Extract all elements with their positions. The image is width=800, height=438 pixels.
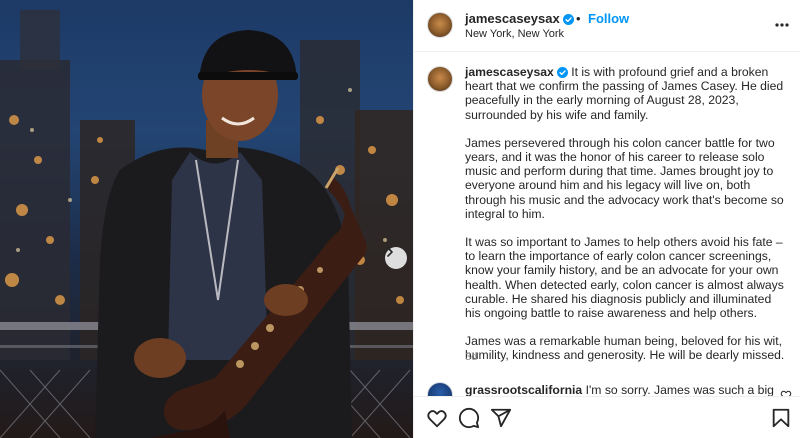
- heart-icon[interactable]: [426, 407, 448, 429]
- header-username-row: jamescaseysax: [465, 11, 574, 26]
- username-link[interactable]: jamescaseysax: [465, 11, 560, 26]
- chevron-right-icon: [387, 247, 393, 257]
- action-bar: [414, 396, 800, 438]
- post-photo[interactable]: [0, 0, 413, 438]
- follow-button[interactable]: Follow: [588, 11, 629, 26]
- carousel-next-button[interactable]: [385, 247, 407, 269]
- post-age[interactable]: 3d: [465, 351, 477, 363]
- comment-body: I'm so sorry. James was such a big: [585, 383, 774, 396]
- comment-username[interactable]: grassrootscalifornia: [465, 383, 582, 396]
- caption-paragraph-4: James was a remarkable human being, belo…: [465, 334, 785, 363]
- caption-paragraph-3: It was so important to James to help oth…: [465, 235, 784, 321]
- avatar[interactable]: [427, 382, 453, 396]
- comments-section: jamescaseysax It is with profound grief …: [414, 53, 800, 396]
- comment-text: grassrootscalifornia I'm so sorry. James…: [465, 383, 774, 396]
- location-link[interactable]: New York, New York: [465, 28, 564, 40]
- avatar[interactable]: [427, 12, 453, 38]
- avatar[interactable]: [427, 66, 453, 92]
- caption-username[interactable]: jamescaseysax: [465, 65, 554, 79]
- post-header: jamescaseysax • Follow New York, New Yor…: [414, 0, 800, 52]
- separator-dot: •: [576, 11, 581, 26]
- share-icon[interactable]: [490, 407, 512, 429]
- more-options-icon[interactable]: [774, 17, 790, 33]
- verified-badge-icon: [562, 14, 574, 25]
- post-details-panel: jamescaseysax • Follow New York, New Yor…: [413, 0, 800, 438]
- caption: jamescaseysax It is with profound grief …: [465, 65, 790, 377]
- verified-badge-icon: [556, 67, 568, 78]
- photo-illustration: [0, 10, 413, 438]
- comment-icon[interactable]: [458, 407, 480, 429]
- caption-paragraph-2: James persevered through his colon cance…: [465, 135, 784, 221]
- caption-paragraph-1: jamescaseysax It is with profound grief …: [465, 65, 790, 122]
- bookmark-icon[interactable]: [770, 407, 792, 429]
- heart-icon[interactable]: [780, 389, 792, 396]
